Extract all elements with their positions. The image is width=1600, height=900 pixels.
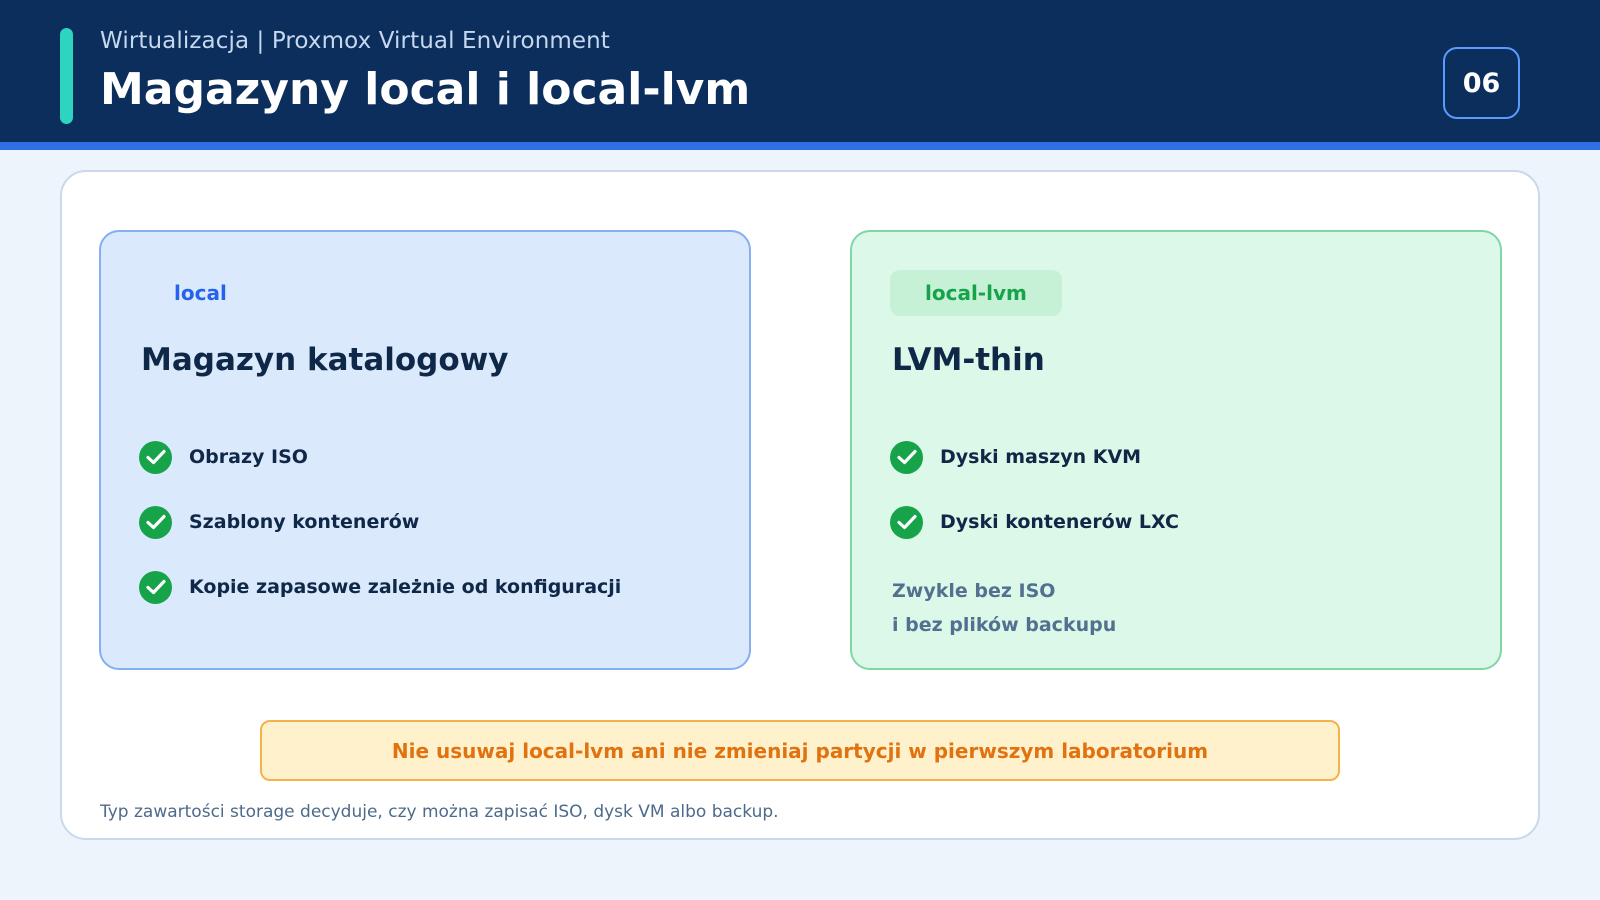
feature-text: Szablony kontenerów	[189, 511, 420, 533]
warning-banner: Nie usuwaj local-lvm ani nie zmieniaj pa…	[260, 720, 1340, 781]
list-item: Dyski maszyn KVM	[890, 440, 1179, 474]
feature-text: Dyski kontenerów LXC	[940, 511, 1179, 533]
feature-text: Obrazy ISO	[189, 446, 308, 468]
check-circle-icon	[890, 440, 923, 474]
slide-subtitle: Wirtualizacja | Proxmox Virtual Environm…	[100, 28, 610, 54]
footnote: Typ zawartości storage decyduje, czy moż…	[100, 802, 779, 822]
check-circle-icon	[139, 570, 172, 604]
card-tag-local: local	[139, 270, 262, 316]
card-note: Zwykle bez ISO i bez plików backupu	[892, 574, 1116, 642]
list-item: Kopie zapasowe zależnie od konfiguracji	[139, 570, 621, 604]
check-circle-icon	[139, 440, 172, 474]
card-tag-local-lvm: local-lvm	[890, 270, 1062, 316]
slide-title: Magazyny local i local-lvm	[100, 64, 751, 115]
page-number-badge: 06	[1443, 47, 1520, 119]
card-note-line: i bez plików backupu	[892, 614, 1117, 636]
feature-list-local-lvm: Dyski maszyn KVM Dyski kontenerów LXC	[890, 440, 1179, 570]
accent-bar	[60, 28, 73, 124]
header-stripe	[0, 142, 1600, 150]
card-local: local Magazyn katalogowy Obrazy ISO Szab…	[99, 230, 751, 670]
check-circle-icon	[890, 505, 923, 539]
card-local-lvm: local-lvm LVM-thin Dyski maszyn KVM Dysk…	[850, 230, 1502, 670]
list-item: Dyski kontenerów LXC	[890, 505, 1179, 539]
list-item: Szablony kontenerów	[139, 505, 621, 539]
card-heading-local: Magazyn katalogowy	[141, 342, 509, 378]
check-circle-icon	[139, 505, 172, 539]
feature-text: Kopie zapasowe zależnie od konfiguracji	[189, 576, 622, 598]
card-note-line: Zwykle bez ISO	[892, 580, 1056, 602]
card-heading-local-lvm: LVM-thin	[892, 342, 1045, 378]
list-item: Obrazy ISO	[139, 440, 621, 474]
feature-list-local: Obrazy ISO Szablony kontenerów Kopie zap…	[139, 440, 621, 635]
feature-text: Dyski maszyn KVM	[940, 446, 1142, 468]
